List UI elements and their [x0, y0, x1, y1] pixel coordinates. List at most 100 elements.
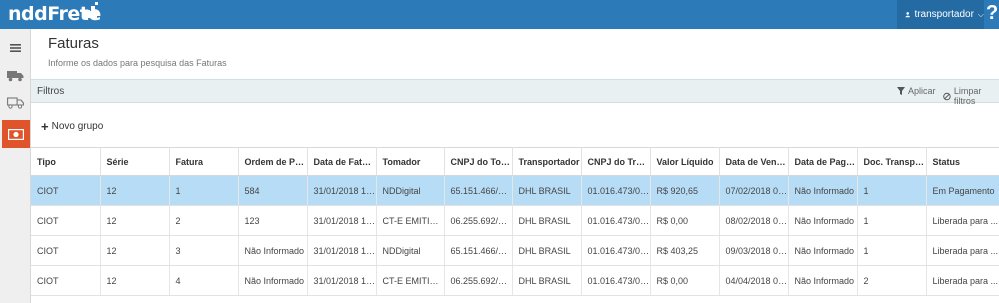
table-cell: CT-E EMITIDO ... [376, 265, 445, 296]
table-cell: 01.016.473/00... [581, 175, 651, 206]
column-header[interactable]: CNPJ do Tom... [444, 147, 513, 176]
table-cell: Não Informado [788, 235, 858, 266]
table-cell: 06.255.692/00... [444, 265, 513, 296]
new-group-button[interactable]: + Novo grupo [41, 118, 104, 134]
table-cell: Não Informado [788, 175, 858, 206]
table-cell: 1 [169, 175, 239, 206]
column-header[interactable]: Valor Líquido [650, 147, 720, 176]
column-header[interactable]: CNPJ do Tran... [581, 147, 651, 176]
table-cell: 584 [238, 175, 308, 206]
table-cell: DHL BRASIL [512, 235, 582, 266]
table-cell: 1 [857, 175, 927, 206]
table-cell: CIOT [31, 175, 101, 206]
table-cell: 01.016.473/00... [581, 205, 651, 236]
column-header[interactable]: Data de Fatur... [307, 147, 377, 176]
truck-outline-icon[interactable] [2, 89, 29, 116]
table-row[interactable]: CIOT 12 4 Não Informado 31/01/2018 15...… [31, 265, 999, 296]
table-cell: DHL BRASIL [512, 205, 582, 236]
table-cell: 31/01/2018 15... [307, 205, 377, 236]
table-cell: Não Informado [238, 235, 308, 266]
apply-filter-button[interactable]: Aplicar [897, 86, 936, 96]
user-name: transportador [914, 9, 974, 20]
apply-filter-label: Aplicar [908, 86, 936, 96]
user-menu[interactable]: transportador ⌵ [897, 0, 984, 29]
table-cell: 31/01/2018 14... [307, 175, 377, 206]
table-cell: 2 [857, 265, 927, 296]
table-row[interactable]: CIOT 12 1 584 31/01/2018 14... NDDigital… [31, 175, 999, 206]
table-cell: R$ 0,00 [650, 265, 720, 296]
table-cell: Não Informado [788, 205, 858, 236]
truck-icon[interactable] [2, 62, 29, 89]
table-cell: NDDigital [376, 175, 445, 206]
column-header[interactable]: Fatura [169, 147, 239, 176]
table-cell: 08/02/2018 00:... [719, 205, 789, 236]
column-header[interactable]: Ordem de Pa... [238, 147, 308, 176]
table-row[interactable]: CIOT 12 3 Não Informado 31/01/2018 15...… [31, 235, 999, 266]
table-cell: DHL BRASIL [512, 175, 582, 206]
table-cell: 12 [100, 175, 170, 206]
filter-icon [897, 87, 905, 95]
column-header[interactable]: Data de Venc... [719, 147, 789, 176]
sidebar [0, 29, 31, 303]
ban-icon [943, 92, 951, 100]
table-cell: 06.255.692/00... [444, 205, 513, 236]
table-cell: 01.016.473/00... [581, 265, 651, 296]
table-cell: Liberada para ... [926, 265, 999, 296]
page-title: Faturas [48, 35, 99, 52]
column-header[interactable]: Transportador [512, 147, 582, 176]
hamburger-icon[interactable] [2, 34, 29, 61]
table-row[interactable]: CIOT 12 2 123 31/01/2018 15... CT-E EMIT… [31, 205, 999, 236]
top-bar: nddFrete transportador ⌵ ? [0, 0, 999, 29]
clear-filters-button[interactable]: Limpar filtros [943, 86, 999, 106]
table-cell: R$ 920,65 [650, 175, 720, 206]
table-cell: 12 [100, 235, 170, 266]
table-cell: 3 [169, 235, 239, 266]
table-cell: CIOT [31, 235, 101, 266]
table-cell: 65.151.466/00... [444, 235, 513, 266]
table-cell: CIOT [31, 205, 101, 236]
column-header[interactable]: Tipo [31, 147, 101, 176]
money-icon[interactable] [2, 120, 30, 148]
table-cell: 04/04/2018 00:... [719, 265, 789, 296]
table-cell: 01.016.473/00... [581, 235, 651, 266]
table-cell: 31/01/2018 15... [307, 235, 377, 266]
page-subtitle: Informe os dados para pesquisa das Fatur… [48, 58, 227, 68]
table-cell: 4 [169, 265, 239, 296]
table-cell: CT-E EMITIDO ... [376, 205, 445, 236]
new-group-label: Novo grupo [51, 121, 104, 132]
table-cell: NDDigital [376, 235, 445, 266]
table-cell: DHL BRASIL [512, 265, 582, 296]
table-cell: 65.151.466/00... [444, 175, 513, 206]
main-content: Faturas Informe os dados para pesquisa d… [31, 29, 999, 303]
table-cell: Não Informado [788, 265, 858, 296]
table-cell: Em Pagamento [926, 175, 999, 206]
table-cell: 12 [100, 265, 170, 296]
column-header[interactable]: Tomador [376, 147, 445, 176]
table-cell: 12 [100, 205, 170, 236]
table-cell: 1 [857, 235, 927, 266]
filters-bar: Filtros Aplicar Limpar filtros [31, 79, 999, 106]
table-cell: 2 [169, 205, 239, 236]
column-header[interactable]: Status [926, 147, 999, 176]
filters-title: Filtros [37, 86, 65, 97]
table-cell: 123 [238, 205, 308, 236]
clear-filters-label: Limpar filtros [953, 86, 982, 106]
user-icon [905, 12, 910, 18]
help-icon[interactable]: ? [986, 2, 998, 25]
table-cell: 09/03/2018 00:... [719, 235, 789, 266]
table-header-row: Tipo Série Fatura Ordem de Pa... Data de… [31, 147, 999, 176]
table-cell: CIOT [31, 265, 101, 296]
table-cell: R$ 0,00 [650, 205, 720, 236]
table-cell: Liberada para ... [926, 205, 999, 236]
table-cell: 1 [857, 205, 927, 236]
plus-icon: + [41, 118, 49, 134]
table-cell: 07/02/2018 00:... [719, 175, 789, 206]
column-header[interactable]: Data de Paga... [788, 147, 858, 176]
chevron-down-icon: ⌵ [977, 9, 984, 19]
table-cell: Liberada para ... [926, 235, 999, 266]
logo-mark-icon [82, 2, 98, 18]
table-cell: R$ 403,25 [650, 235, 720, 266]
table-cell: Não Informado [238, 265, 308, 296]
column-header[interactable]: Doc. Transpo... [857, 147, 927, 176]
column-header[interactable]: Série [100, 147, 170, 176]
